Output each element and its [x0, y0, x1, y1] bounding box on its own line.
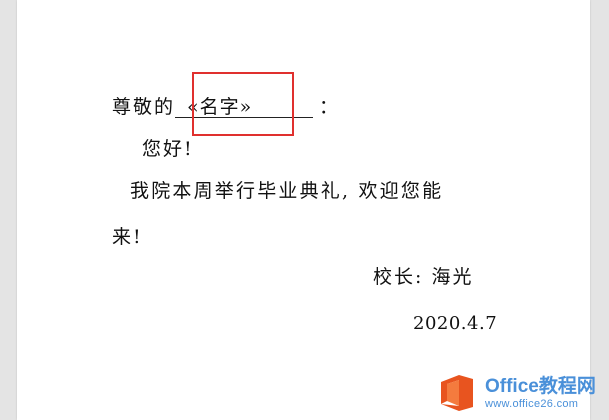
- greeting-text: 尊敬的: [112, 96, 176, 118]
- body-line-1: 我院本周举行毕业典礼, 欢迎您能: [130, 180, 444, 202]
- signature-line: 校长: 海光: [373, 266, 474, 288]
- hello-line: 您好!: [142, 138, 194, 160]
- merge-field-highlight-box: [192, 72, 294, 136]
- body-line-2: 来!: [112, 226, 143, 248]
- document-page[interactable]: [17, 0, 590, 420]
- watermark-url: www.office26.com: [485, 397, 579, 410]
- document-area[interactable]: [0, 0, 609, 420]
- date-line: 2020.4.7: [413, 313, 498, 334]
- watermark-title: Office教程网: [485, 375, 596, 397]
- colon-text: ：: [319, 96, 341, 118]
- office-watermark: Office教程网 www.office26.com: [437, 369, 607, 417]
- office-logo-icon: [437, 373, 477, 413]
